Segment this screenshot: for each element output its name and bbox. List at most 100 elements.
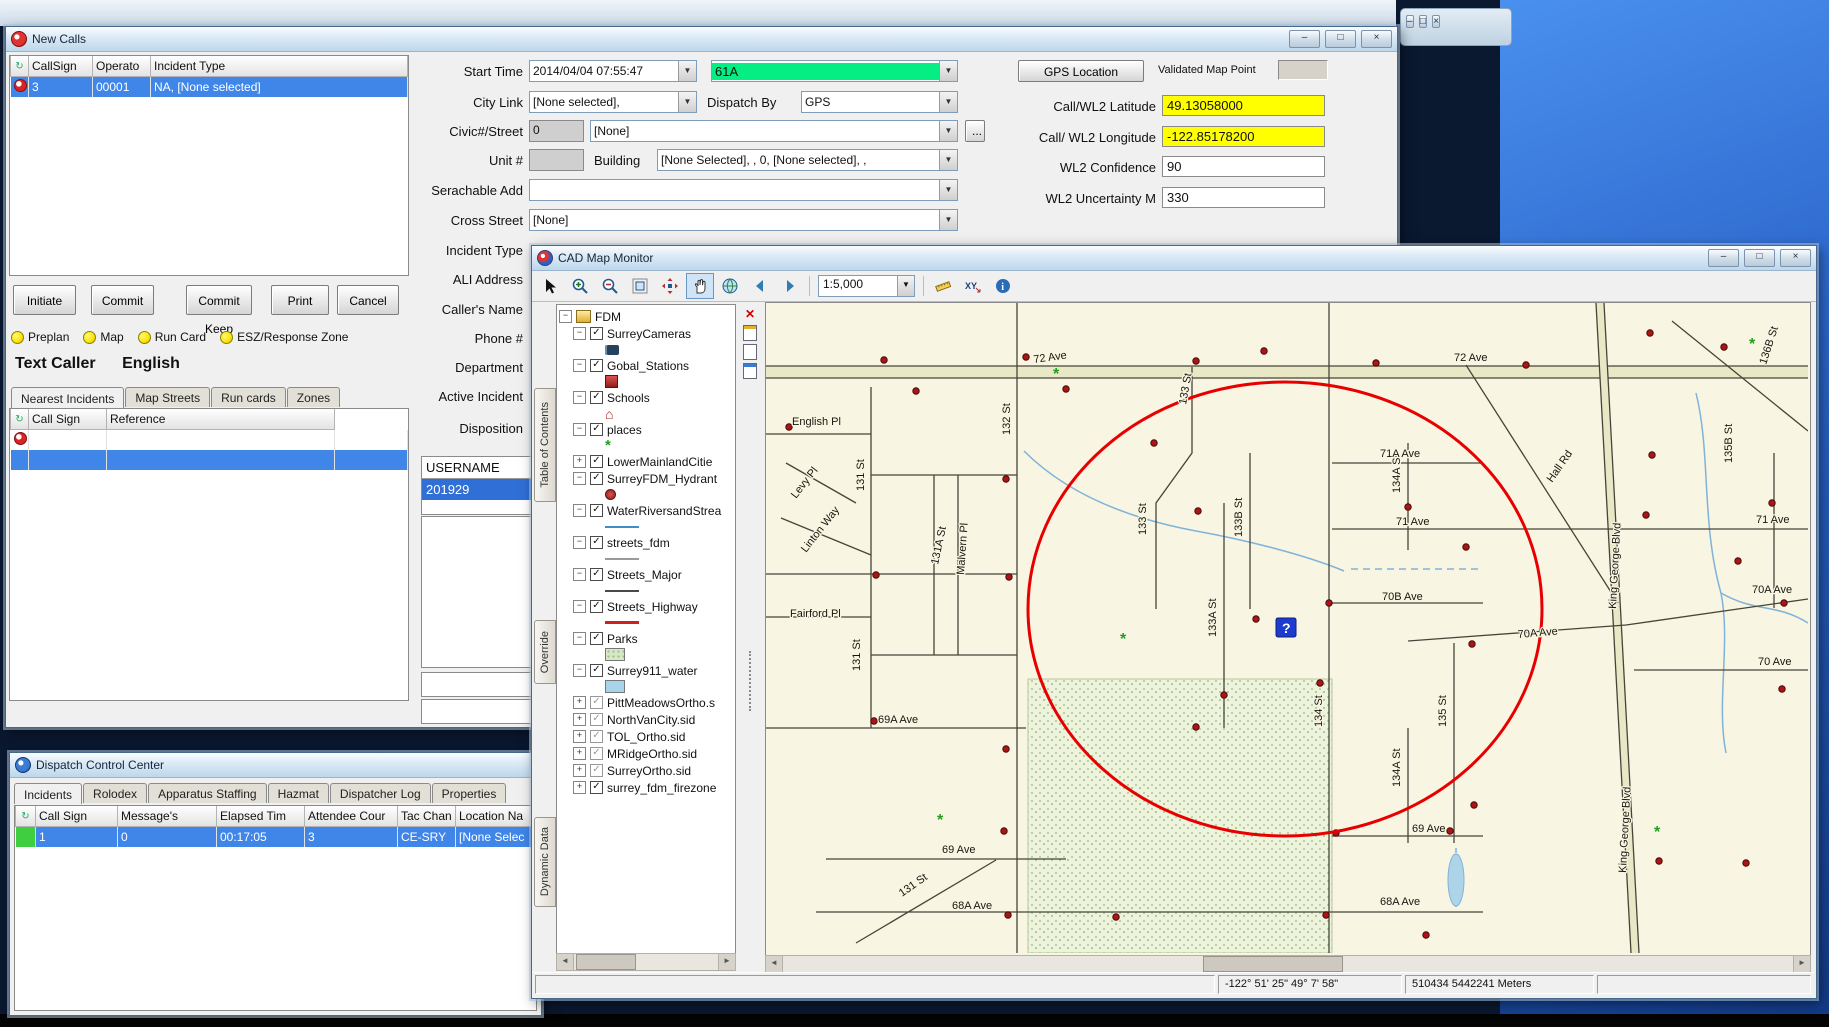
username-selected-row[interactable]: 201929 — [422, 479, 533, 500]
close-button[interactable]: × — [1780, 249, 1811, 267]
empty-field-2[interactable] — [421, 699, 534, 724]
layer-row-streets-fdm[interactable]: −✓streets_fdm — [559, 534, 733, 551]
column-header-reference[interactable]: Reference — [107, 409, 335, 430]
dispatch-grid[interactable]: ↻Call SignMessage'sElapsed TimAttendee C… — [15, 806, 536, 847]
map-canvas[interactable]: ***** 72 Ave72 AveEnglish PlLevy PlLinto… — [766, 303, 1808, 953]
layer-checkbox[interactable]: ✓ — [590, 747, 603, 760]
back-icon[interactable] — [746, 273, 774, 299]
column-header-elapsed-tim[interactable]: Elapsed Tim — [217, 806, 305, 827]
layer-grid-icon[interactable] — [741, 363, 759, 379]
layer-checkbox[interactable]: ✓ — [590, 568, 603, 581]
toc-root-row[interactable]: −FDM — [559, 308, 733, 325]
tab-incidents[interactable]: Incidents — [14, 783, 82, 804]
street-combo[interactable]: [None]▼ — [590, 120, 958, 142]
layer-row-lowermainlandcitie[interactable]: +✓LowerMainlandCitie — [559, 453, 733, 470]
building-combo[interactable]: [None Selected], , 0, [None selected], ,… — [657, 149, 958, 171]
chevron-down-icon[interactable]: ▼ — [939, 150, 957, 170]
layer-checkbox[interactable]: ✓ — [590, 472, 603, 485]
action-button-cancel[interactable]: Cancel — [337, 285, 399, 315]
layer-row-schools[interactable]: −✓Schools — [559, 389, 733, 406]
chevron-down-icon[interactable]: ▼ — [897, 276, 914, 296]
tab-rolodex[interactable]: Rolodex — [83, 783, 147, 803]
tab-map-streets[interactable]: Map Streets — [125, 387, 210, 407]
cross-street-combo[interactable]: [None]▼ — [529, 209, 958, 231]
layer-checkbox[interactable]: ✓ — [590, 536, 603, 549]
collapse-icon[interactable]: − — [573, 327, 586, 340]
layer-checkbox[interactable]: ✓ — [590, 730, 603, 743]
query-marker[interactable]: ? — [1276, 618, 1296, 637]
action-button-print[interactable]: Print — [271, 285, 329, 315]
table-row-selected[interactable] — [11, 450, 408, 470]
dispatch-by-combo[interactable]: GPS▼ — [801, 91, 958, 113]
tab-apparatus-staffing[interactable]: Apparatus Staffing — [148, 783, 267, 803]
column-header-attendee-cour[interactable]: Attendee Cour — [305, 806, 398, 827]
expand-icon[interactable]: + — [573, 455, 586, 468]
collapse-icon[interactable]: − — [573, 664, 586, 677]
unit-field[interactable] — [529, 149, 584, 171]
incident-code-combo[interactable]: 61A▼ — [711, 60, 958, 82]
chevron-down-icon[interactable]: ▼ — [939, 121, 957, 141]
expand-icon[interactable]: + — [573, 781, 586, 794]
column-header-callsign[interactable]: CallSign — [29, 56, 93, 77]
full-extent-icon[interactable] — [656, 273, 684, 299]
splitter-handle[interactable] — [749, 651, 751, 711]
collapse-icon[interactable]: − — [573, 504, 586, 517]
zoom-box-icon[interactable] — [626, 273, 654, 299]
layer-row-places[interactable]: −✓places — [559, 421, 733, 438]
column-header-location-na[interactable]: Location Na — [456, 806, 536, 827]
chevron-down-icon[interactable]: ▼ — [678, 61, 696, 81]
layer-row-streets-major[interactable]: −✓Streets_Major — [559, 566, 733, 583]
action-button-initiate[interactable]: Initiate — [13, 285, 76, 315]
tab-properties[interactable]: Properties — [432, 783, 507, 803]
close-button[interactable]: × — [1361, 30, 1392, 48]
layer-row-parks[interactable]: −✓Parks — [559, 630, 733, 647]
pan-icon[interactable] — [686, 273, 714, 299]
layer-row-surreyortho-sid[interactable]: +✓SurreyOrtho.sid — [559, 762, 733, 779]
gps-field-call-wl2-latitude[interactable]: 49.13058000 — [1162, 95, 1325, 116]
layer-checkbox[interactable]: ✓ — [590, 664, 603, 677]
column-header-call-sign[interactable]: Call Sign — [29, 409, 107, 430]
tab-hazmat[interactable]: Hazmat — [268, 783, 329, 803]
collapse-icon[interactable]: − — [573, 600, 586, 613]
city-link-combo[interactable]: [None selected],▼ — [529, 91, 697, 113]
layer-checkbox[interactable]: ✓ — [590, 713, 603, 726]
chevron-down-icon[interactable]: ▼ — [939, 210, 957, 230]
collapse-icon[interactable]: − — [559, 310, 572, 323]
status-light-map[interactable]: Map — [83, 330, 123, 344]
globe-icon[interactable] — [716, 273, 744, 299]
layer-checkbox[interactable]: ✓ — [590, 423, 603, 436]
layer-row-gobal-stations[interactable]: −✓Gobal_Stations — [559, 357, 733, 374]
tab-run-cards[interactable]: Run cards — [211, 387, 286, 407]
layer-row-northvancity-sid[interactable]: +✓NorthVanCity.sid — [559, 711, 733, 728]
layer-row-pittmeadowsortho-s[interactable]: +✓PittMeadowsOrtho.s — [559, 694, 733, 711]
minimize-button[interactable]: – — [1289, 30, 1320, 48]
expand-icon[interactable]: + — [573, 764, 586, 777]
layer-checkbox[interactable]: ✓ — [590, 359, 603, 372]
map-viewport[interactable]: ***** 72 Ave72 AveEnglish PlLevy PlLinto… — [765, 302, 1811, 956]
minimize-button[interactable]: – — [1708, 249, 1739, 267]
gps-field-call-wl2-longitude[interactable]: -122.85178200 — [1162, 126, 1325, 147]
remove-layer-icon[interactable]: ✕ — [741, 306, 759, 322]
layer-checkbox[interactable]: ✓ — [590, 455, 603, 468]
collapse-icon[interactable]: − — [573, 632, 586, 645]
status-light-esz-response-zone[interactable]: ESZ/Response Zone — [220, 330, 348, 344]
column-header-incident-type[interactable]: Incident Type — [151, 56, 408, 77]
tab-table-of-contents[interactable]: Table of Contents — [534, 388, 556, 502]
expand-icon[interactable]: + — [573, 747, 586, 760]
dispatch-titlebar[interactable]: Dispatch Control Center — [10, 753, 541, 778]
layer-row-surreyfdm-hydrant[interactable]: −✓SurreyFDM_Hydrant — [559, 470, 733, 487]
zoom-out-icon[interactable] — [596, 273, 624, 299]
start-time-combo[interactable]: 2014/04/04 07:55:47▼ — [529, 60, 697, 82]
tab-nearest-incidents[interactable]: Nearest Incidents — [11, 387, 124, 408]
gps-field-wl2-confidence[interactable]: 90 — [1162, 156, 1325, 177]
civic-number-field[interactable]: 0 — [529, 120, 584, 142]
maximize-button[interactable]: □ — [1744, 249, 1775, 267]
goto-xy-icon[interactable]: XY — [959, 273, 987, 299]
map-titlebar[interactable]: CAD Map Monitor – □ × — [532, 246, 1816, 271]
close-button[interactable]: × — [1432, 15, 1440, 28]
empty-field-1[interactable] — [421, 672, 534, 697]
new-calls-grid[interactable]: ↻CallSignOperatoIncident Type300001NA, [… — [10, 56, 408, 97]
collapse-icon[interactable]: − — [573, 423, 586, 436]
layer-checkbox[interactable]: ✓ — [590, 781, 603, 794]
action-button-commit[interactable]: Commit — [91, 285, 154, 315]
